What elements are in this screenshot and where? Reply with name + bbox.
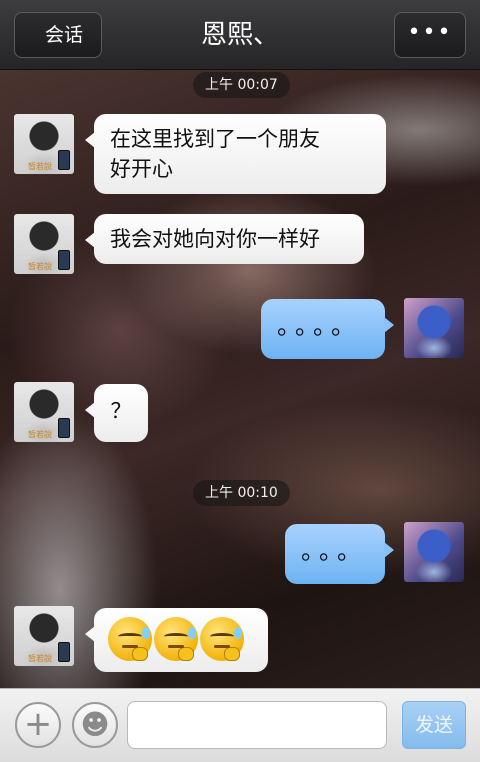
avatar-signature: 皙若說 [28,262,52,271]
smiley-icon: ☻ [80,708,110,741]
sweat-emoji-icon [108,617,152,661]
avatar-signature: 皙若說 [28,430,52,439]
title-bar: 会话 恩熙、 ••• [0,0,480,70]
friend-avatar[interactable]: 皙若說 [14,606,74,666]
add-attachment-button[interactable]: + [15,702,61,748]
sweat-emoji-icon [154,617,198,661]
message-bubble-sent[interactable]: 。。。 [285,524,394,584]
mobile-icon [58,418,70,438]
message-text: 。。。 [301,537,367,565]
timestamp: 上午 00:10 [193,480,290,506]
mobile-icon [58,642,70,662]
message-text: ？ [110,399,132,423]
message-input[interactable] [127,701,387,749]
message-bubble-received[interactable] [85,608,268,672]
message-bubble-received[interactable]: 我会对她向对你一样好 [85,214,364,264]
mobile-icon [58,150,70,170]
friend-avatar[interactable]: 皙若說 [14,214,74,274]
more-options-button[interactable]: ••• [394,12,466,58]
sweat-emoji-icon [200,617,244,661]
back-button[interactable]: 会话 [14,12,102,58]
my-avatar[interactable] [404,298,464,358]
message-text: 。。。。 [277,312,361,340]
friend-avatar[interactable]: 皙若說 [14,382,74,442]
message-text-line: 好开心 [110,157,173,181]
message-bubble-received[interactable]: ？ [85,384,148,442]
mobile-icon [58,250,70,270]
avatar-signature: 皙若說 [28,162,52,171]
avatar-signature: 皙若說 [28,654,52,663]
message-bubble-sent[interactable]: 。。。。 [261,299,394,359]
message-text-line: 在这里找到了一个朋友 [110,127,320,151]
friend-avatar[interactable]: 皙若說 [14,114,74,174]
chat-title: 恩熙、 [200,20,279,50]
send-button[interactable]: 发送 [402,701,466,749]
my-avatar[interactable] [404,522,464,582]
input-bar: + ☻ 发送 [0,688,480,762]
plus-icon: + [23,704,53,744]
timestamp: 上午 00:07 [193,72,290,98]
message-text: 我会对她向对你一样好 [110,227,320,251]
emoji-button[interactable]: ☻ [72,702,118,748]
message-bubble-received[interactable]: 在这里找到了一个朋友 好开心 [85,114,386,194]
